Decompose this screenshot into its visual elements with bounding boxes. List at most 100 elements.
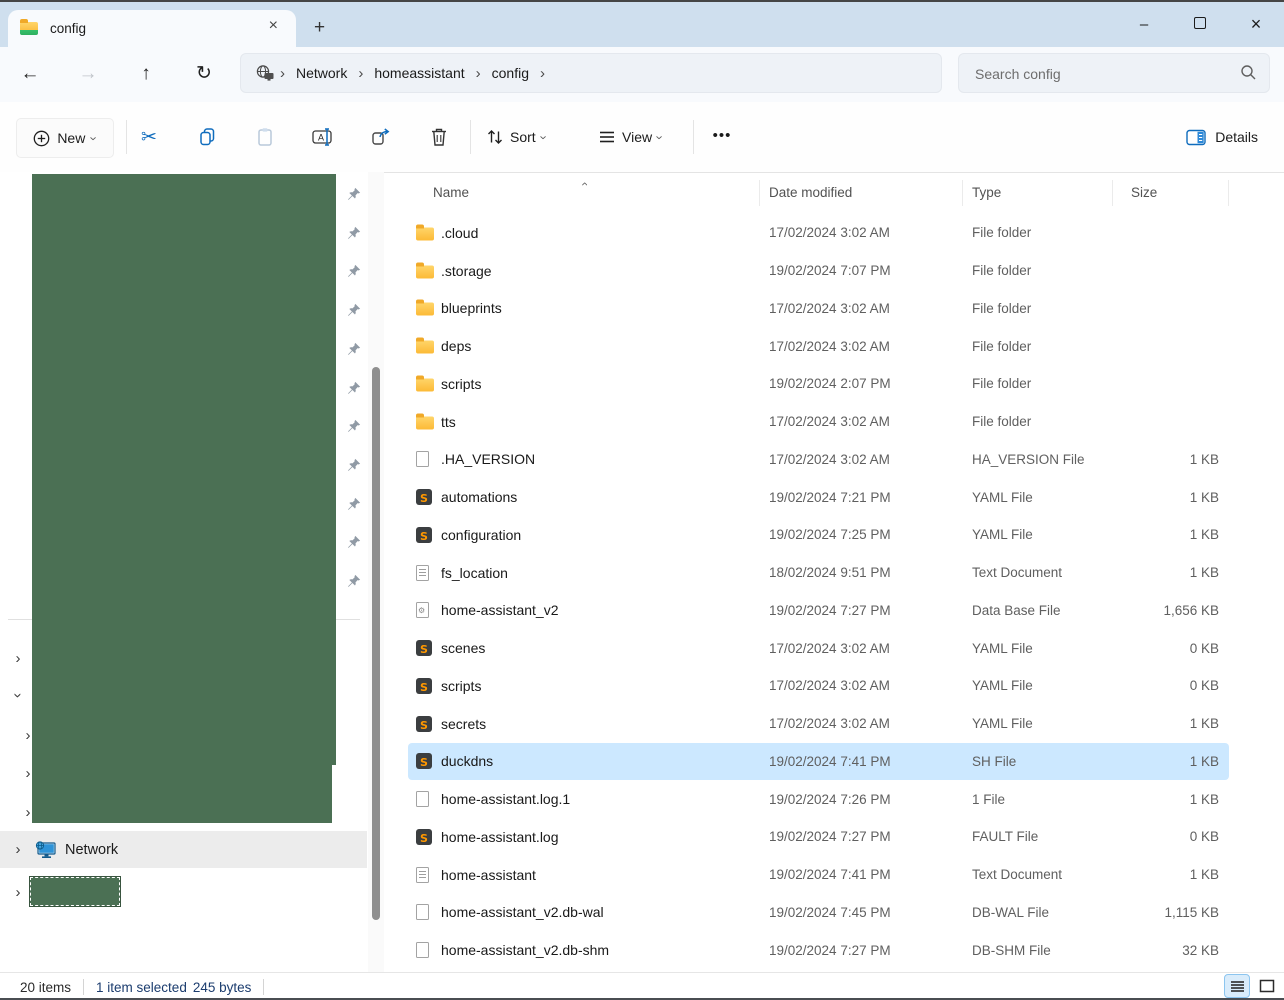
column-header-size[interactable]: Size [1113,180,1229,206]
file-type: 1 File [963,792,1113,807]
rename-icon: A [312,128,334,146]
pin-icon[interactable] [347,303,361,317]
file-size: 0 KB [1113,678,1229,693]
paste-button[interactable] [245,122,285,152]
tree-expand-chevron-icon[interactable]: › [21,804,35,821]
pin-icon[interactable] [347,187,361,201]
pin-icon[interactable] [347,226,361,240]
folder-icon [416,227,434,240]
minimize-button[interactable]: – [1116,16,1172,33]
new-button[interactable]: New › [16,118,114,158]
explorer-tab-config[interactable]: config × [8,10,296,47]
tree-expand-chevron-icon[interactable]: › [21,727,35,744]
file-size: 0 KB [1113,829,1229,844]
file-type: DB-WAL File [963,905,1113,920]
delete-button[interactable] [419,122,459,152]
file-row[interactable]: secrets17/02/2024 3:02 AMYAML File1 KB [408,705,1229,743]
sidebar-item-network[interactable]: › Network [0,831,367,868]
share-button[interactable] [361,122,401,152]
pin-icon[interactable] [347,574,361,588]
pin-icon[interactable] [347,381,361,395]
pin-icon[interactable] [347,264,361,278]
copy-button[interactable] [187,122,227,152]
breadcrumb-network[interactable]: Network [290,65,353,81]
column-header-type[interactable]: Type [963,180,1113,206]
details-view-button[interactable] [1224,974,1250,998]
search-input[interactable] [973,54,1217,94]
refresh-button[interactable]: ↻ [187,59,221,89]
maximize-button[interactable] [1172,16,1228,33]
close-button[interactable]: × [1228,14,1284,35]
file-row[interactable]: scenes17/02/2024 3:02 AMYAML File0 KB [408,629,1229,667]
file-row[interactable]: .cloud17/02/2024 3:02 AMFile folder [408,214,1229,252]
file-row[interactable]: deps17/02/2024 3:02 AMFile folder [408,327,1229,365]
file-date: 19/02/2024 7:21 PM [760,490,963,505]
redacted-sidebar-item[interactable] [30,877,120,906]
new-tab-button[interactable]: + [314,18,325,37]
file-size: 1 KB [1113,490,1229,505]
up-button[interactable]: ↑ [129,59,163,89]
breadcrumb-config[interactable]: config [486,65,535,81]
forward-button[interactable]: → [71,59,105,89]
file-row[interactable]: scripts17/02/2024 3:02 AMYAML File0 KB [408,667,1229,705]
cut-button[interactable]: ✂ [129,122,169,152]
file-date: 19/02/2024 7:25 PM [760,527,963,542]
file-row[interactable]: home-assistant_v2.db-wal19/02/2024 7:45 … [408,894,1229,932]
selection-count: 1 item selected [93,980,190,995]
tab-close-icon[interactable]: × [269,17,278,35]
page-icon [416,791,429,807]
tree-expand-chevron-icon[interactable]: › [11,884,25,901]
file-row[interactable]: scripts19/02/2024 2:07 PMFile folder [408,365,1229,403]
file-row[interactable]: .HA_VERSION17/02/2024 3:02 AMHA_VERSION … [408,441,1229,479]
file-row[interactable]: home-assistant19/02/2024 7:41 PMText Doc… [408,856,1229,894]
sort-button[interactable]: Sort › [486,122,546,152]
tree-collapse-chevron-icon[interactable]: › [10,689,27,703]
file-row[interactable]: .storage19/02/2024 7:07 PMFile folder [408,252,1229,290]
pin-icon[interactable] [347,342,361,356]
tree-expand-chevron-icon[interactable]: › [11,650,25,667]
file-type: YAML File [963,716,1113,731]
breadcrumb-homeassistant[interactable]: homeassistant [368,65,470,81]
file-row[interactable]: blueprints17/02/2024 3:02 AMFile folder [408,290,1229,328]
breadcrumb-chevron-icon: › [353,65,368,82]
pin-icon[interactable] [347,419,361,433]
file-row[interactable]: home-assistant.log19/02/2024 7:27 PMFAUL… [408,818,1229,856]
file-type: YAML File [963,527,1113,542]
pin-icon[interactable] [347,458,361,472]
scrollbar-thumb[interactable] [372,367,380,920]
file-type: Text Document [963,565,1113,580]
file-row[interactable]: automations19/02/2024 7:21 PMYAML File1 … [408,478,1229,516]
file-row[interactable]: duckdns19/02/2024 7:41 PMSH File1 KB [408,743,1229,781]
new-button-label: New [57,130,85,146]
file-row[interactable]: home-assistant.log.119/02/2024 7:26 PM1 … [408,780,1229,818]
thumbnail-view-button[interactable] [1254,974,1280,998]
sidebar-scrollbar[interactable] [368,172,384,972]
rename-button[interactable]: A [303,122,343,152]
file-type: File folder [963,263,1113,278]
search-icon[interactable] [1240,64,1257,81]
pin-icon[interactable] [347,497,361,511]
file-row[interactable]: fs_location18/02/2024 9:51 PMText Docume… [408,554,1229,592]
more-options-button[interactable]: ••• [704,122,740,152]
file-name: .cloud [441,225,478,241]
file-row[interactable]: home-assistant_v219/02/2024 7:27 PMData … [408,592,1229,630]
pin-column [347,172,363,772]
file-name: .storage [441,263,492,279]
sublime-icon [416,640,432,656]
file-row[interactable]: home-assistant_v2.db-shm19/02/2024 7:27 … [408,931,1229,969]
file-size: 1,656 KB [1113,603,1229,618]
tree-expand-chevron-icon[interactable]: › [21,765,35,782]
file-row[interactable]: tts17/02/2024 3:02 AMFile folder [408,403,1229,441]
file-row[interactable]: configuration19/02/2024 7:25 PMYAML File… [408,516,1229,554]
status-divider [263,979,264,995]
file-date: 19/02/2024 2:07 PM [760,376,963,391]
details-button[interactable]: Details [1186,122,1258,152]
pin-icon[interactable] [347,535,361,549]
column-header-date[interactable]: Date modified [760,180,963,206]
back-button[interactable]: ← [13,59,47,89]
folder-icon [416,341,434,354]
view-button[interactable]: View › [598,122,662,152]
address-bar[interactable]: › Network › homeassistant › config › [240,53,942,93]
toolbar-divider [126,120,127,154]
column-header-name[interactable]: Name › [390,180,760,206]
